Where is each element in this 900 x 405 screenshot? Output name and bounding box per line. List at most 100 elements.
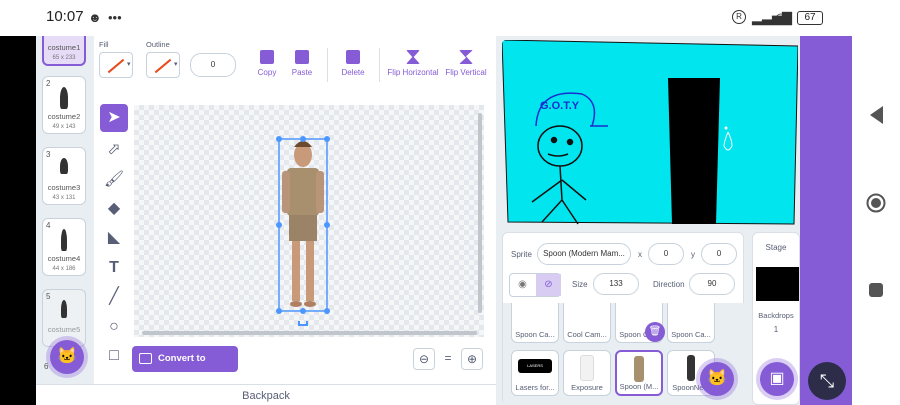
sprite-name: Spoon Ca... (515, 330, 555, 339)
costume-size: 49 x 143 (52, 124, 76, 130)
zoom-out-button[interactable]: ⊖ (413, 348, 435, 370)
select-tool[interactable]: ➤ (100, 104, 128, 132)
line-tool[interactable]: ╱ (100, 283, 128, 311)
costume-tile[interactable]: 3 costume3 43 x 131 (42, 147, 86, 205)
costume-name: costume5 (47, 325, 81, 334)
visibility-toggle[interactable]: ◉ ⊘ (509, 273, 561, 297)
costume-number: 5 (46, 292, 51, 301)
eraser-tool[interactable]: ◆ (100, 195, 128, 223)
paint-canvas[interactable] (134, 105, 484, 337)
stage-size-strip (800, 36, 852, 405)
fill-tool[interactable]: ◣ (100, 224, 128, 252)
flip-horizontal-label: Flip Horizontal (387, 68, 439, 77)
backdrops-label: Backdrops (758, 311, 794, 320)
costume-thumbnail (60, 87, 68, 109)
add-backdrop-button[interactable]: ▣ (760, 362, 794, 396)
costume-name: costume1 (47, 43, 81, 52)
y-label: y (691, 250, 695, 259)
sprite-tile-selected[interactable]: Spoon (M... (615, 350, 663, 396)
paste-button[interactable]: Paste (287, 50, 317, 77)
rectangle-icon: □ (109, 347, 119, 364)
spoon-thumbnail (687, 355, 695, 381)
outline-dropdown-icon[interactable]: ▾ (174, 60, 178, 68)
y-input[interactable]: 0 (701, 243, 737, 265)
costume-thumbnail (61, 300, 67, 318)
eraser-icon: ◆ (107, 200, 121, 217)
x-input[interactable]: 0 (648, 243, 684, 265)
toolbar-divider (327, 48, 328, 82)
black-doorway (668, 78, 720, 224)
text-tool[interactable]: T (100, 254, 128, 282)
flip-vertical-icon (459, 50, 473, 64)
zoom-in-button[interactable]: ⊕ (461, 348, 483, 370)
zoom-reset-button[interactable]: = (437, 348, 459, 370)
trash-icon: 🗑 (648, 326, 662, 337)
sprite-tile[interactable]: Exposure (563, 350, 611, 396)
costume-name: costume4 (47, 254, 81, 263)
costume-tile[interactable]: 2 costume2 49 x 143 (42, 76, 86, 134)
fill-dropdown-icon[interactable]: ▾ (127, 60, 131, 68)
flip-vertical-button[interactable]: Flip Vertical (444, 50, 488, 77)
home-icon[interactable] (866, 193, 886, 213)
status-bar: 10:07 ☻ ••• R ▂▃▅▇ ◠ 67 (0, 0, 852, 36)
backpack-bar[interactable]: Backpack (36, 384, 496, 405)
back-icon[interactable] (870, 106, 884, 124)
x-label: x (638, 250, 642, 259)
recents-icon[interactable] (869, 283, 883, 297)
clock: 10:07 (46, 8, 84, 25)
circle-tool[interactable]: ○ (100, 313, 128, 341)
show-eye-icon[interactable]: ◉ (510, 274, 535, 296)
stage-drawing: G.O.T.Y (502, 40, 798, 225)
stage-cyan-backdrop (502, 40, 798, 225)
zoom-out-icon: ⊖ (418, 352, 430, 366)
canvas-horizontal-scrollbar[interactable] (142, 331, 477, 335)
costume-list: costume1 65 x 233 2 costume2 49 x 143 3 … (36, 36, 94, 384)
size-input[interactable]: 133 (593, 273, 639, 295)
sprite-tile[interactable]: LASERS Lasers for... (511, 350, 559, 396)
sprite-tile[interactable]: Spoon Ca... (667, 303, 715, 343)
costume-number: 4 (46, 221, 51, 230)
delete-button[interactable]: Delete (338, 50, 368, 77)
hide-eye-icon[interactable]: ⊘ (536, 274, 561, 296)
sprite-name-input[interactable]: Spoon (Modern Mam... (537, 243, 631, 265)
costume-thumbnail (61, 229, 67, 251)
registered-icon: R (732, 10, 746, 24)
stage-label: Stage (765, 243, 787, 252)
costume-tile[interactable]: 5 costume5 (42, 289, 86, 347)
delete-label: Delete (341, 68, 365, 77)
sprite-name: Cool Cam... (567, 330, 607, 339)
sprite-tile[interactable]: Spoon Ca... (511, 303, 559, 343)
stage-thumbnail (756, 267, 799, 301)
costume-number: 6 (44, 362, 49, 371)
add-costume-button[interactable]: 🐱 (50, 340, 84, 374)
costume-tile[interactable]: 4 costume4 44 x 186 (42, 218, 86, 276)
reshape-tool[interactable]: ⬀ (100, 136, 128, 164)
sprite-label: Sprite (511, 250, 532, 259)
flip-horizontal-button[interactable]: Flip Horizontal (387, 50, 439, 77)
cap-text: G.O.T.Y (540, 100, 580, 112)
sprite-tile[interactable]: Cool Cam... (563, 303, 611, 343)
fullscreen-toggle-button[interactable]: ⤡ (808, 362, 846, 400)
emoji-notification-icon: ☻ (88, 10, 102, 25)
add-sprite-button[interactable]: 🐱 (700, 362, 734, 396)
outline-label: Outline (146, 40, 170, 49)
flip-vertical-label: Flip Vertical (445, 68, 487, 77)
trash-icon (346, 50, 360, 64)
backdrops-count: 1 (773, 325, 779, 334)
convert-to-bitmap-button[interactable]: Convert to Bitmap (132, 346, 238, 390)
delete-sprite-button[interactable]: 🗑 (645, 322, 665, 342)
paint-bucket-icon: ◣ (107, 229, 121, 246)
boy-figure (282, 141, 324, 307)
brush-tool[interactable]: 🖌 (100, 166, 128, 194)
costume-tile[interactable]: costume1 65 x 233 (42, 36, 86, 66)
costume-size: 43 x 131 (52, 195, 76, 201)
stage-view[interactable]: G.O.T.Y (502, 40, 798, 226)
canvas-vertical-scrollbar[interactable] (478, 113, 482, 313)
direction-input[interactable]: 90 (689, 273, 735, 295)
costume-name: costume3 (47, 183, 81, 192)
boy-thumbnail (634, 356, 644, 382)
outline-width-input[interactable]: 0 (190, 53, 236, 77)
rectangle-tool[interactable]: □ (100, 342, 128, 370)
sprite-name: Exposure (571, 383, 603, 392)
copy-button[interactable]: Copy (252, 50, 282, 77)
